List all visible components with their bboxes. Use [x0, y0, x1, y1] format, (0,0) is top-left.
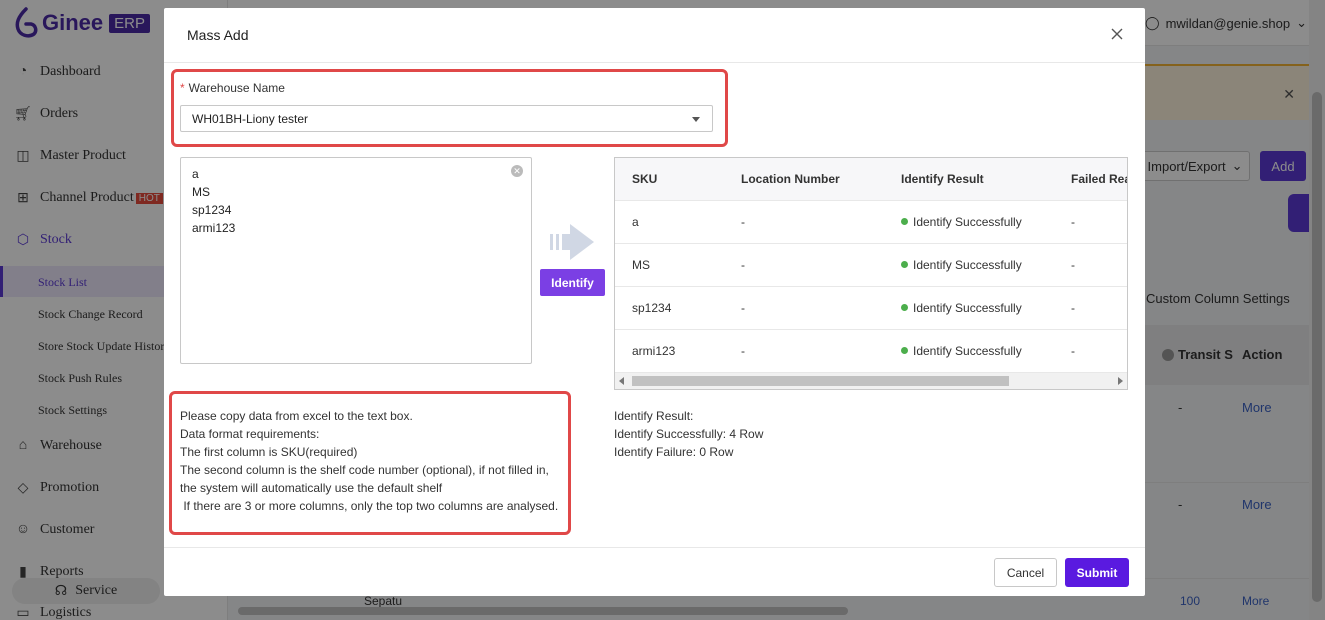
cell-sku: sp1234: [632, 301, 672, 315]
scroll-left-icon[interactable]: [619, 377, 624, 385]
format-instructions: Please copy data from excel to the text …: [180, 407, 558, 515]
cell-sku: MS: [632, 258, 650, 272]
modal-header: Mass Add: [164, 8, 1145, 63]
cell-location: -: [741, 215, 745, 229]
mass-add-modal: Mass Add * Warehouse Name WH01BH-Liony te…: [164, 8, 1145, 596]
arrow-right-icon: [550, 224, 594, 260]
cell-location: -: [741, 344, 745, 358]
scroll-right-icon[interactable]: [1118, 377, 1123, 385]
cell-result: Identify Successfully: [901, 215, 1022, 229]
success-dot-icon: [901, 261, 908, 268]
scroll-thumb[interactable]: [632, 376, 1009, 386]
success-dot-icon: [901, 347, 908, 354]
result-text: Identify Successfully: [913, 301, 1022, 315]
cell-failed: -: [1071, 301, 1075, 315]
result-text: Identify Successfully: [913, 344, 1022, 358]
identify-summary: Identify Result: Identify Successfully: …: [614, 407, 763, 461]
success-dot-icon: [901, 218, 908, 225]
cell-sku: armi123: [632, 344, 676, 358]
caret-down-icon: [692, 117, 700, 122]
column-header-sku: SKU: [632, 172, 658, 186]
warehouse-select-value: WH01BH-Liony tester: [192, 112, 309, 126]
instruction-line: Data format requirements:: [180, 427, 320, 441]
instruction-line: The second column is the shelf code numb…: [180, 463, 549, 477]
table-row: armi123 - Identify Successfully -: [615, 330, 1127, 373]
modal-footer: Cancel Submit: [164, 547, 1145, 596]
cell-result: Identify Successfully: [901, 301, 1022, 315]
instruction-line: the system will automatically use the de…: [180, 481, 443, 495]
column-header-location: Location Number: [741, 172, 840, 186]
identify-button[interactable]: Identify: [540, 269, 605, 296]
modal-title: Mass Add: [187, 27, 249, 43]
cell-failed: -: [1071, 344, 1075, 358]
cell-result: Identify Successfully: [901, 344, 1022, 358]
warehouse-select[interactable]: WH01BH-Liony tester: [180, 105, 713, 132]
close-icon[interactable]: [1109, 26, 1125, 42]
instruction-line: If there are 3 or more columns, only the…: [180, 499, 559, 513]
table-header: SKU Location Number Identify Result Fail…: [615, 158, 1128, 201]
warehouse-label: * Warehouse Name: [180, 81, 285, 95]
table-row: MS - Identify Successfully -: [615, 244, 1127, 287]
clear-icon[interactable]: ✕: [511, 165, 523, 177]
success-dot-icon: [901, 304, 908, 311]
column-header-result: Identify Result: [901, 172, 984, 186]
cell-failed: -: [1071, 258, 1075, 272]
instruction-line: The first column is SKU(required): [180, 445, 358, 459]
cancel-button[interactable]: Cancel: [994, 558, 1057, 587]
result-text: Identify Successfully: [913, 258, 1022, 272]
instruction-line: Please copy data from excel to the text …: [180, 409, 413, 423]
table-row: sp1234 - Identify Successfully -: [615, 287, 1127, 330]
identify-result-table: SKU Location Number Identify Result Fail…: [614, 157, 1128, 390]
required-mark: *: [180, 81, 185, 95]
cell-location: -: [741, 301, 745, 315]
summary-failure: Identify Failure: 0 Row: [614, 445, 734, 459]
cell-sku: a: [632, 215, 639, 229]
sku-textarea[interactable]: [180, 157, 532, 364]
summary-title: Identify Result:: [614, 409, 694, 423]
summary-success: Identify Successfully: 4 Row: [614, 427, 764, 441]
table-horizontal-scrollbar[interactable]: [615, 373, 1127, 389]
warehouse-label-text: Warehouse Name: [188, 81, 285, 95]
result-text: Identify Successfully: [913, 215, 1022, 229]
cell-location: -: [741, 258, 745, 272]
cell-failed: -: [1071, 215, 1075, 229]
cell-result: Identify Successfully: [901, 258, 1022, 272]
column-header-failed-reason: Failed Rea: [1071, 172, 1128, 186]
submit-button[interactable]: Submit: [1065, 558, 1129, 587]
table-row: a - Identify Successfully -: [615, 201, 1127, 244]
